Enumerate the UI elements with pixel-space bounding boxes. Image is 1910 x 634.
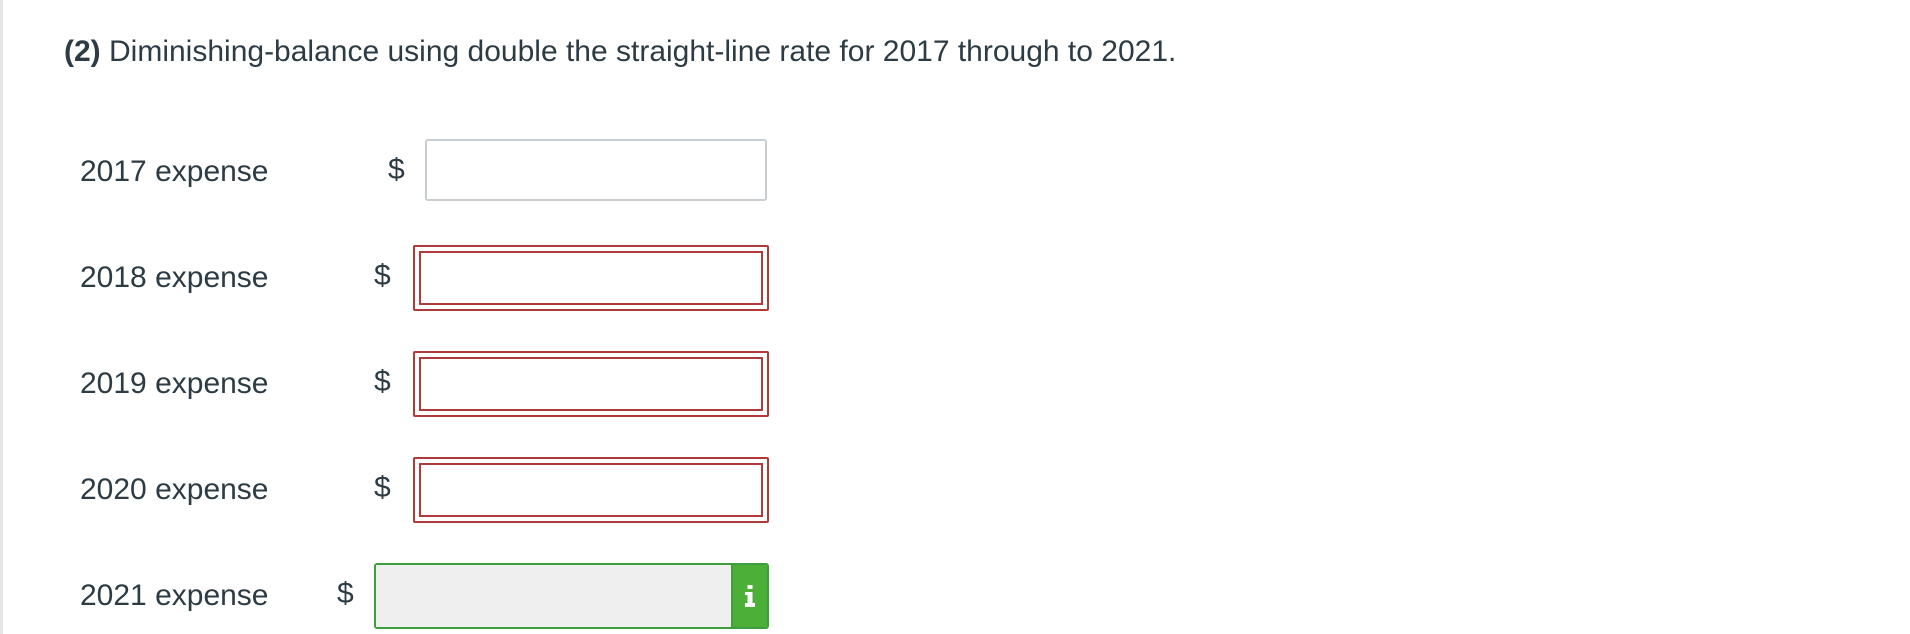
expense-row-2017: 2017 expense $	[0, 139, 800, 205]
expense-input-2020[interactable]	[419, 463, 763, 517]
currency-symbol: $	[337, 577, 354, 610]
expense-label-2021: 2021 expense	[80, 579, 269, 612]
expense-input-2018-incorrect-frame	[413, 245, 769, 311]
expense-row-2020: 2020 expense $	[0, 457, 800, 523]
currency-symbol: $	[374, 471, 391, 504]
expense-label-2019: 2019 expense	[80, 367, 269, 400]
question-number: (2)	[64, 35, 101, 68]
info-icon[interactable]	[733, 565, 767, 627]
expense-label-2020: 2020 expense	[80, 473, 269, 506]
expense-label-2018: 2018 expense	[80, 261, 269, 294]
panel-left-border	[0, 0, 3, 634]
expense-input-2019[interactable]	[419, 357, 763, 411]
expense-input-2019-incorrect-frame	[413, 351, 769, 417]
expense-row-2021: 2021 expense $	[0, 563, 800, 629]
currency-symbol: $	[374, 259, 391, 292]
expense-input-2020-incorrect-frame	[413, 457, 769, 523]
expense-input-2021[interactable]	[376, 565, 733, 627]
expense-label-2017: 2017 expense	[80, 155, 269, 188]
expense-row-2019: 2019 expense $	[0, 351, 800, 417]
question-text: Diminishing-balance using double the str…	[109, 35, 1177, 68]
expense-row-2018: 2018 expense $	[0, 245, 800, 311]
question-title: (2) Diminishing-balance using double the…	[64, 32, 1176, 72]
currency-symbol: $	[388, 153, 405, 186]
expense-input-2018[interactable]	[419, 251, 763, 305]
currency-symbol: $	[374, 365, 391, 398]
expense-input-2017[interactable]	[425, 139, 767, 201]
expense-input-2021-correct-frame	[374, 563, 769, 629]
